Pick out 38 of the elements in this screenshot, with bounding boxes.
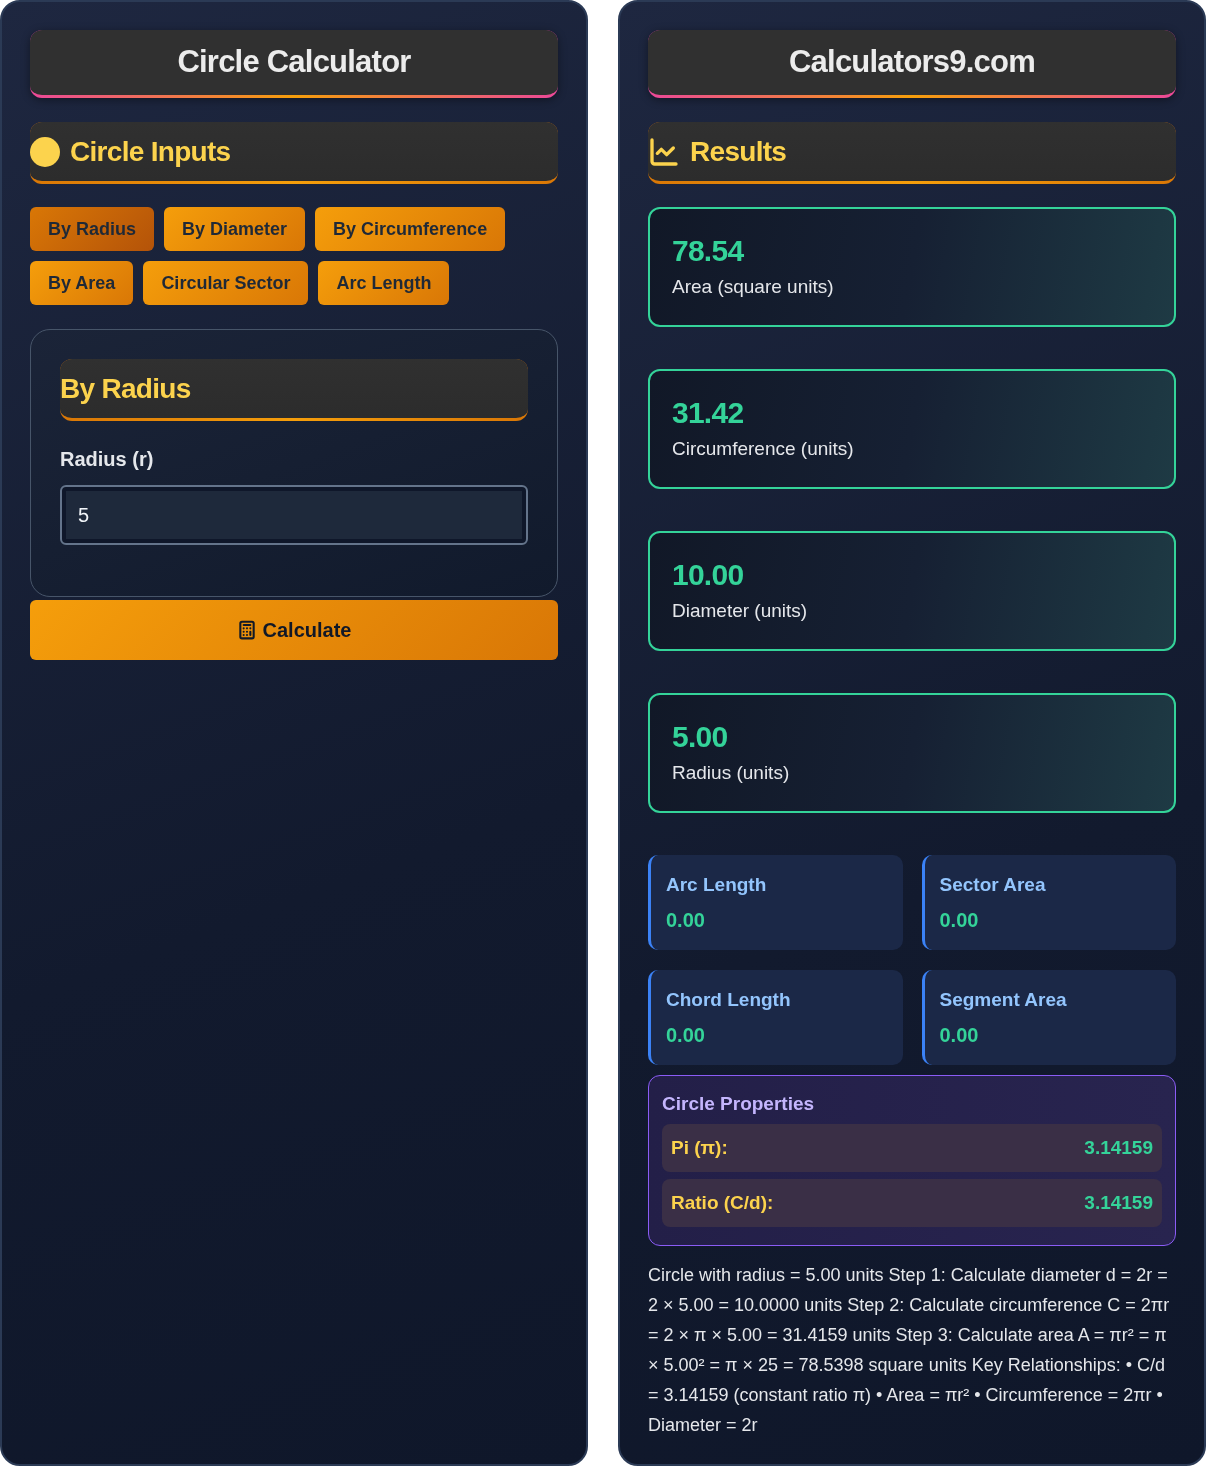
result-label: Diameter (units) <box>672 599 809 623</box>
metric-value: 0.00 <box>939 908 980 932</box>
radius-input[interactable]: 5 <box>60 485 528 545</box>
calculator-title: Circle Calculator <box>30 30 558 98</box>
section-title: Circle Inputs <box>70 134 231 169</box>
mode-tab[interactable]: By Diameter <box>164 207 306 251</box>
metric-label: Chord Length <box>666 988 792 1012</box>
metric-label: Arc Length <box>666 873 768 897</box>
metric-label: Segment Area <box>939 988 1068 1012</box>
metric-label: Sector Area <box>939 873 1047 897</box>
result-label: Circumference (units) <box>672 437 855 461</box>
property-value: 3.14159 <box>1084 1190 1153 1215</box>
result-value: 78.54 <box>672 233 745 269</box>
property-label: Ratio (C/d): <box>671 1190 774 1215</box>
form-title: By Radius <box>60 359 528 421</box>
calculator-icon <box>236 620 257 640</box>
calculate-button[interactable]: Calculate <box>30 600 558 660</box>
metric-value: 0.00 <box>939 1023 980 1047</box>
result-label: Area (square units) <box>672 275 835 299</box>
mode-tab[interactable]: By Radius <box>30 207 155 251</box>
mode-tab[interactable]: Circular Sector <box>143 261 309 305</box>
metric-value: 0.00 <box>666 1023 706 1047</box>
chart-line-icon <box>648 135 680 168</box>
section-title: Results <box>690 134 787 169</box>
result-label: Radius (units) <box>672 761 791 785</box>
field-label: Radius (r) <box>60 447 155 471</box>
metric-value: 0.00 <box>666 908 706 932</box>
property-value: 3.14159 <box>1084 1135 1153 1160</box>
mode-tab[interactable]: Arc Length <box>318 261 450 305</box>
site-title: Calculators9.com <box>648 30 1176 98</box>
result-value: 31.42 <box>672 395 745 431</box>
result-value: 5.00 <box>672 719 729 755</box>
result-value: 10.00 <box>672 557 745 593</box>
mode-tab[interactable]: By Area <box>30 261 134 305</box>
mode-tab[interactable]: By Circumference <box>315 207 506 251</box>
property-label: Pi (π): <box>671 1135 728 1160</box>
properties-title: Circle Properties <box>662 1092 816 1116</box>
explanation-text: Circle with radius = 5.00 units Step 1: Calculate diameter d = 2r = 2 × 5.00 = 10.0000 units Step 2: Calculate circumference C = 2πr = 2 × π × 5.00 = 31.4159 units Step 3: Calculate area A = πr² = π × 5.00² = π × 25 = 78.5398 square units Key Relationships: • C/d = 3.14159 (constant ratio π) • Area = πr² • Circumference = 2πr • Diameter = 2r <box>648 1264 1171 1437</box>
